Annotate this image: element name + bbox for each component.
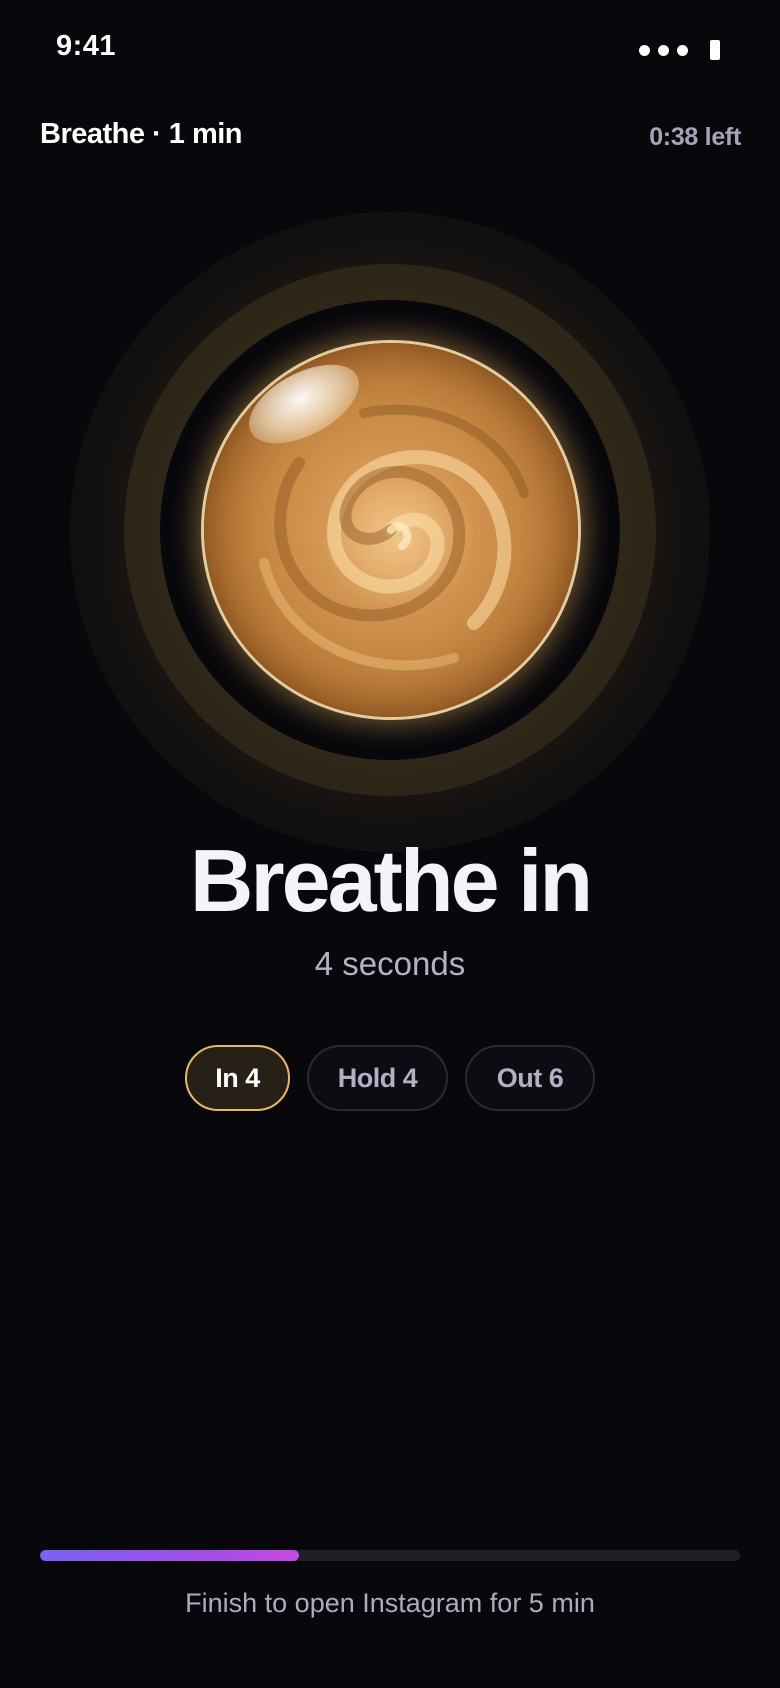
phase-pills: In 4 Hold 4 Out 6 (0, 1045, 780, 1111)
pill-out[interactable]: Out 6 (465, 1045, 595, 1111)
signal-dot-icon (639, 44, 650, 56)
breathing-orb (204, 343, 578, 717)
session-title: Breathe · 1 min (40, 118, 243, 150)
session-progress-fill (40, 1550, 299, 1561)
battery-icon (710, 40, 720, 60)
status-time: 9:41 (56, 30, 117, 62)
time-remaining: 0:38 left (649, 123, 741, 151)
session-progress-bar (40, 1550, 740, 1561)
signal-dot-icon (658, 44, 669, 56)
breathing-screen: 9:41 Breathe · 1 min 0:38 left Breathe i… (0, 0, 780, 1688)
pill-in[interactable]: In 4 (185, 1045, 290, 1111)
signal-dot-icon (677, 44, 688, 56)
phase-title: Breathe in (189, 831, 593, 930)
pill-hold[interactable]: Hold 4 (307, 1045, 448, 1111)
status-indicators (639, 40, 720, 60)
unlock-hint: Finish to open Instagram for 5 min (185, 1588, 595, 1618)
phase-duration: 4 seconds (314, 945, 466, 982)
